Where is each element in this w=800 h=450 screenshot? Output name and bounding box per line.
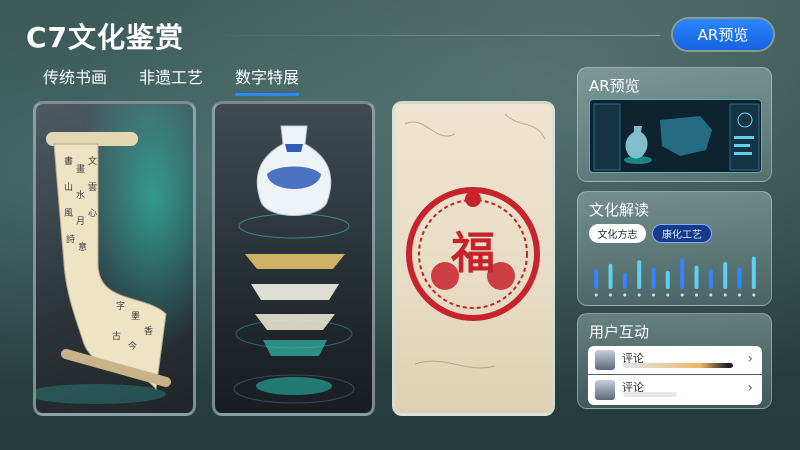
tab-intangible-heritage[interactable]: 非遗工艺	[139, 64, 203, 94]
tab-digital-exhibition[interactable]: 数字特展	[235, 64, 300, 96]
chart-axis-dot	[666, 293, 670, 297]
ar-preview-panel: AR预览	[577, 67, 772, 182]
chart-bar	[651, 267, 656, 289]
chart-axis-dot	[738, 293, 741, 297]
chart-axis-dot	[680, 293, 684, 297]
card-calligraphy[interactable]: 書畫文 山水雲 風月心 詩意 字墨香 古今	[33, 101, 196, 416]
chart-bar	[680, 258, 685, 289]
svg-text:山: 山	[64, 182, 73, 193]
chart-bar	[637, 260, 642, 289]
svg-text:雲: 雲	[88, 182, 97, 193]
chart-bar	[751, 256, 756, 289]
tab-traditional-painting[interactable]: 传统书画	[43, 64, 107, 94]
fu-character: 福	[450, 228, 495, 279]
svg-text:文: 文	[88, 155, 97, 167]
svg-text:風: 風	[64, 208, 73, 219]
comment-progress	[623, 392, 677, 397]
porcelain-vase-image	[233, 125, 355, 404]
chart-bar	[723, 262, 728, 289]
comment-row[interactable]: 评论 ›	[588, 346, 762, 374]
comment-row[interactable]: 评论 ›	[588, 375, 762, 405]
culture-panel-title: 文化解读	[589, 201, 650, 219]
svg-text:月: 月	[76, 216, 85, 227]
pill-culture-records[interactable]: 文化方志	[589, 224, 646, 243]
chart-axis-dot	[752, 293, 756, 297]
page-title: C7文化鉴赏	[26, 21, 185, 54]
svg-text:詩: 詩	[66, 233, 75, 245]
chevron-right-icon[interactable]: ›	[747, 380, 753, 396]
ar-preview-button[interactable]: AR预览	[673, 19, 773, 50]
chevron-right-icon[interactable]: ›	[747, 351, 753, 367]
svg-text:意: 意	[78, 241, 87, 253]
svg-text:古: 古	[112, 330, 121, 342]
card-porcelain[interactable]	[212, 101, 375, 416]
comment-progress	[623, 363, 733, 368]
svg-text:書: 書	[64, 155, 73, 167]
svg-text:香: 香	[144, 326, 153, 337]
ar-preview-title: AR预览	[589, 77, 640, 95]
pill-craft[interactable]: 康化工艺	[652, 224, 712, 243]
chart-bar	[594, 269, 599, 289]
avatar	[595, 380, 615, 400]
card-papercut[interactable]: 福	[392, 101, 555, 416]
chart-bar	[665, 271, 670, 289]
chart-bar	[622, 272, 627, 289]
papercut-fu-image: 福	[404, 113, 546, 369]
chart-axis-dot	[709, 293, 713, 297]
chart-bar	[708, 269, 713, 289]
chart-bar	[694, 265, 699, 289]
svg-text:今: 今	[128, 340, 137, 352]
header-divider	[200, 35, 660, 36]
calligraphy-scroll-image: 書畫文 山水雲 風月心 詩意 字墨香 古今	[36, 104, 193, 413]
chart-axis-dot	[637, 293, 641, 297]
culture-bar-chart	[594, 256, 756, 297]
avatar	[595, 350, 615, 370]
user-interaction-title: 用户互动	[589, 323, 650, 341]
chart-bar	[737, 267, 742, 289]
svg-text:心: 心	[88, 208, 97, 219]
chart-axis-dot	[623, 293, 627, 297]
svg-text:墨: 墨	[131, 311, 140, 322]
chart-axis-dot	[723, 293, 727, 297]
tab-bar: 传统书画 非遗工艺 数字特展	[43, 64, 300, 96]
svg-text:水: 水	[76, 189, 85, 201]
svg-text:字: 字	[116, 300, 125, 312]
chart-axis-dot	[594, 293, 598, 297]
chart-bar	[608, 263, 613, 289]
chart-axis-dot	[695, 293, 698, 297]
ar-preview-thumbnail[interactable]	[589, 99, 762, 173]
chart-axis-dot	[652, 293, 655, 297]
dashboard-thumbnail-image	[593, 103, 760, 171]
chart-axis-dot	[609, 293, 612, 297]
svg-text:畫: 畫	[76, 163, 85, 175]
